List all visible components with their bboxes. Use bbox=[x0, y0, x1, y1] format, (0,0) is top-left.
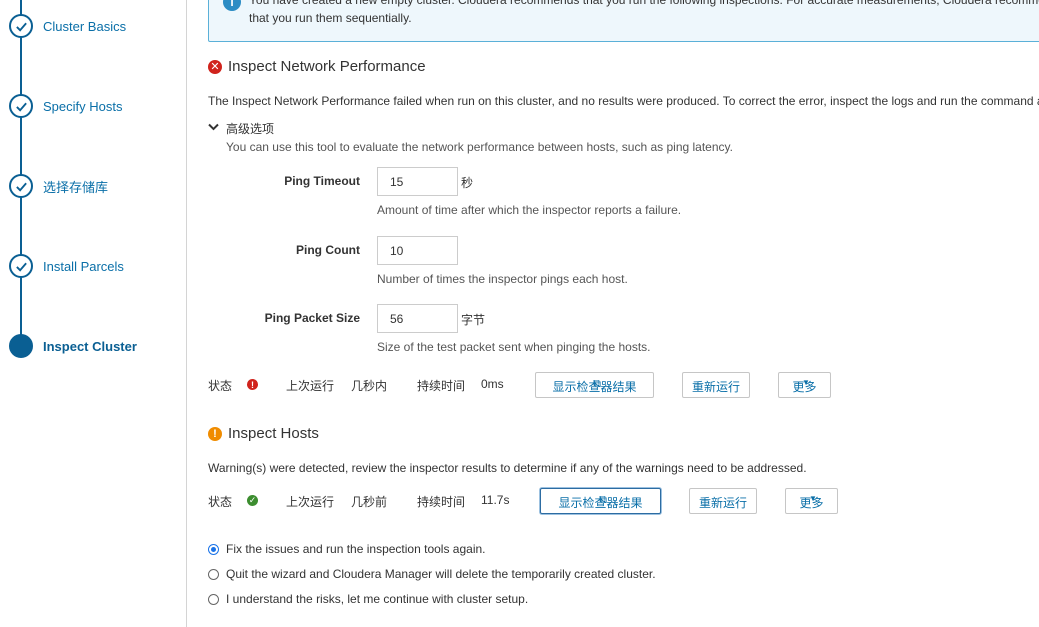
option-label: Fix the issues and run the inspection to… bbox=[226, 542, 486, 556]
ping-count-label: Ping Count bbox=[296, 243, 360, 257]
step-label: Install Parcels bbox=[43, 258, 124, 274]
check-icon bbox=[9, 14, 33, 38]
show-inspector-results-button[interactable]: 显示检查器结果 ⧉ bbox=[540, 488, 661, 514]
step-label: Specify Hosts bbox=[43, 98, 123, 114]
last-run-value: 几秒前 bbox=[351, 495, 388, 509]
check-icon bbox=[9, 94, 33, 118]
check-icon bbox=[9, 254, 33, 278]
network-description: The Inspect Network Performance failed w… bbox=[208, 94, 1039, 108]
hosts-description: Warning(s) were detected, review the ins… bbox=[208, 461, 807, 475]
info-alert: i You have created a new empty cluster. … bbox=[208, 0, 1039, 42]
rerun-label: 重新运行 bbox=[698, 496, 747, 510]
rerun-button[interactable]: 重新运行 bbox=[689, 488, 757, 514]
external-link-icon: ⧉ bbox=[593, 378, 601, 390]
step-select-repository[interactable]: 选择存储库 bbox=[9, 174, 108, 198]
status-label: 状态 bbox=[208, 495, 233, 509]
ping-packet-size-label: Ping Packet Size bbox=[264, 311, 360, 325]
last-run-value: 几秒内 bbox=[351, 379, 388, 393]
ping-timeout-help: Amount of time after which the inspector… bbox=[377, 203, 682, 217]
wizard-progress-line bbox=[20, 0, 22, 346]
step-cluster-basics[interactable]: Cluster Basics bbox=[9, 14, 126, 38]
option-fix-issues[interactable]: Fix the issues and run the inspection to… bbox=[208, 542, 486, 556]
duration-label: 持续时间 bbox=[417, 379, 466, 393]
last-run-label: 上次运行 bbox=[286, 379, 335, 393]
network-status-row: 状态 ! 上次运行 几秒内 持续时间 0ms 显示检查器结果 ⧉ 重新运行 更多… bbox=[208, 372, 848, 398]
step-label: 选择存储库 bbox=[43, 179, 109, 195]
main-content: i You have created a new empty cluster. … bbox=[188, 0, 1039, 627]
step-install-parcels[interactable]: Install Parcels bbox=[9, 254, 124, 278]
advanced-options-description: You can use this tool to evaluate the ne… bbox=[226, 140, 733, 154]
option-continue-setup[interactable]: I understand the risks, let me continue … bbox=[208, 592, 528, 606]
step-label: Inspect Cluster bbox=[43, 338, 137, 354]
step-inspect-cluster[interactable]: Inspect Cluster bbox=[9, 334, 137, 358]
hosts-section-title: ! Inspect Hosts bbox=[208, 425, 319, 442]
step-label: Cluster Basics bbox=[43, 18, 127, 34]
warning-icon: ! bbox=[208, 426, 222, 441]
current-step-dot-icon bbox=[9, 334, 33, 358]
ping-timeout-input[interactable] bbox=[377, 167, 458, 196]
radio-button[interactable] bbox=[208, 543, 219, 555]
wizard-sidebar: Cluster Basics Specify Hosts 选择存储库 Insta… bbox=[0, 0, 187, 627]
ping-packet-size-unit: 字节 bbox=[461, 313, 486, 327]
info-icon: i bbox=[223, 0, 241, 11]
more-dropdown-button[interactable]: 更多 ▼ bbox=[785, 488, 838, 514]
duration-label: 持续时间 bbox=[417, 495, 466, 509]
caret-down-icon: ▼ bbox=[809, 494, 817, 503]
error-status-icon: ! bbox=[247, 379, 258, 390]
ping-count-help: Number of times the inspector pings each… bbox=[377, 272, 628, 286]
advanced-options-label: 高级选项 bbox=[226, 122, 275, 136]
duration-value: 11.7s bbox=[481, 493, 510, 507]
ping-timeout-label: Ping Timeout bbox=[284, 174, 360, 188]
error-icon: ✕ bbox=[208, 59, 222, 74]
chevron-down-icon bbox=[208, 123, 220, 134]
network-section-title: ✕ Inspect Network Performance bbox=[208, 58, 426, 75]
ping-count-input[interactable] bbox=[377, 236, 458, 265]
info-text: You have created a new empty cluster. Cl… bbox=[249, 0, 1039, 25]
option-label: I understand the risks, let me continue … bbox=[226, 592, 529, 606]
ping-packet-size-help: Size of the test packet sent when pingin… bbox=[377, 340, 651, 354]
network-title-text: Inspect Network Performance bbox=[228, 58, 426, 75]
duration-value: 0ms bbox=[481, 377, 504, 391]
hosts-status-row: 状态 ✓ 上次运行 几秒前 持续时间 11.7s 显示检查器结果 ⧉ 重新运行 … bbox=[208, 488, 848, 514]
ping-packet-size-input[interactable] bbox=[377, 304, 458, 333]
caret-down-icon: ▼ bbox=[802, 378, 810, 387]
last-run-label: 上次运行 bbox=[286, 495, 335, 509]
rerun-label: 重新运行 bbox=[691, 380, 740, 394]
check-icon bbox=[9, 174, 33, 198]
step-specify-hosts[interactable]: Specify Hosts bbox=[9, 94, 122, 118]
hosts-title-text: Inspect Hosts bbox=[228, 425, 319, 442]
more-dropdown-button[interactable]: 更多 ▼ bbox=[778, 372, 831, 398]
option-label: Quit the wizard and Cloudera Manager wil… bbox=[226, 567, 656, 581]
status-label: 状态 bbox=[208, 379, 233, 393]
radio-button[interactable] bbox=[208, 593, 219, 605]
rerun-button[interactable]: 重新运行 bbox=[682, 372, 750, 398]
ping-timeout-unit: 秒 bbox=[461, 176, 474, 190]
success-check-icon: ✓ bbox=[247, 495, 258, 506]
option-quit-wizard[interactable]: Quit the wizard and Cloudera Manager wil… bbox=[208, 567, 656, 581]
advanced-options-toggle[interactable]: 高级选项 bbox=[208, 120, 274, 137]
show-inspector-results-button[interactable]: 显示检查器结果 ⧉ bbox=[535, 372, 654, 398]
external-link-icon: ⧉ bbox=[599, 494, 607, 506]
radio-button[interactable] bbox=[208, 568, 219, 580]
